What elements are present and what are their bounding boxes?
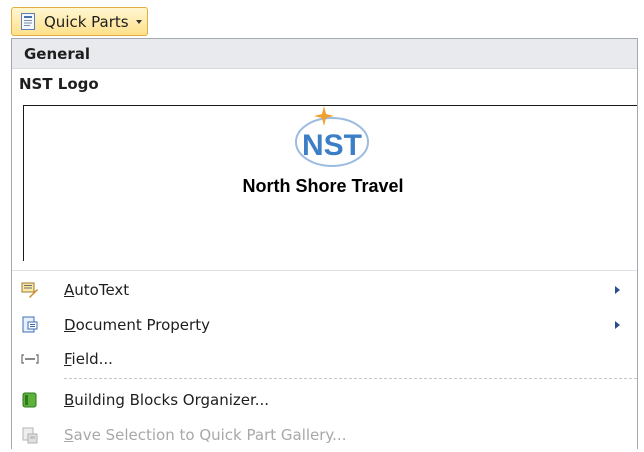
gallery-item-title: NST Logo bbox=[19, 75, 99, 93]
building-blocks-icon bbox=[21, 391, 39, 409]
chevron-down-icon bbox=[135, 19, 142, 24]
divider bbox=[12, 270, 637, 271]
menu-item-label: Save Selection to Quick Part Gallery... bbox=[64, 426, 347, 444]
document-property-icon bbox=[21, 316, 39, 334]
menu-item-label: Building Blocks Organizer... bbox=[64, 391, 270, 409]
field-icon bbox=[21, 350, 39, 368]
quick-parts-icon bbox=[21, 13, 35, 30]
gallery-item-nst-logo[interactable]: NST North Shore Travel bbox=[23, 105, 637, 261]
logo-text: NST bbox=[302, 129, 362, 162]
menu-item-field[interactable]: Field... bbox=[12, 342, 637, 376]
menu-item-autotext[interactable]: AutoText bbox=[12, 273, 637, 307]
menu-item-label: Field... bbox=[64, 350, 113, 368]
menu-item-label: Document Property bbox=[64, 316, 210, 334]
menu-item-save-selection[interactable]: Save Selection to Quick Part Gallery... bbox=[12, 418, 637, 452]
menu-item-document-property[interactable]: Document Property bbox=[12, 308, 637, 342]
divider bbox=[64, 378, 637, 379]
submenu-arrow-icon bbox=[615, 321, 620, 329]
submenu-arrow-icon bbox=[615, 286, 620, 294]
quick-parts-menu: General NST Logo NST North Shore Travel … bbox=[11, 38, 638, 449]
menu-item-label: AutoText bbox=[64, 281, 130, 299]
autotext-icon bbox=[21, 281, 39, 299]
save-selection-icon bbox=[21, 426, 39, 444]
gallery-category-header: General bbox=[12, 39, 637, 69]
menu-item-building-blocks-organizer[interactable]: Building Blocks Organizer... bbox=[12, 383, 637, 417]
quick-parts-button[interactable]: Quick Parts bbox=[11, 7, 148, 36]
nst-logo-icon: NST bbox=[295, 106, 369, 167]
company-name: North Shore Travel bbox=[242, 176, 404, 196]
quick-parts-label: Quick Parts bbox=[44, 12, 129, 31]
